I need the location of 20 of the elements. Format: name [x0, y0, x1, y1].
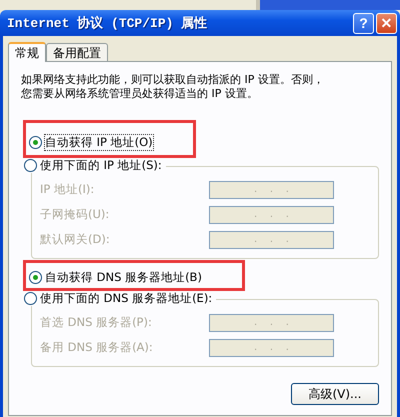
radio-icon[interactable]	[29, 271, 42, 284]
window-title: Internet 协议 (TCP/IP) 属性	[7, 14, 208, 32]
tab[interactable]: 备用配置	[46, 43, 108, 61]
tab[interactable]: 常规	[8, 42, 46, 62]
radio-option[interactable]: 使用下面的 IP 地址(S):	[24, 158, 166, 173]
field-label: IP 地址(I):	[40, 182, 94, 197]
field-label: 子网掩码(U):	[40, 207, 110, 222]
radio-icon[interactable]	[24, 292, 37, 305]
advanced-button[interactable]: 高级(V)...	[291, 383, 379, 405]
field-label: 首选 DNS 服务器(P):	[40, 315, 152, 330]
field-label: 备用 DNS 服务器(A):	[40, 340, 153, 355]
intro-text: 如果网络支持此功能，则可以获取自动指派的 IP 设置。否则，	[21, 73, 324, 87]
radio-option[interactable]: 自动获得 DNS 服务器地址(B)	[29, 270, 202, 285]
radio-option[interactable]: 自动获得 IP 地址(O)	[29, 135, 153, 150]
radio-icon[interactable]	[29, 136, 42, 149]
intro-text: 您需要从网络系统管理员处获得适当的 IP 设置。	[21, 87, 258, 101]
field-label: 默认网关(D):	[40, 232, 110, 247]
help-button[interactable]: ?	[353, 12, 374, 34]
radio-icon[interactable]	[24, 159, 37, 172]
radio-option[interactable]: 使用下面的 DNS 服务器地址(E):	[24, 291, 216, 306]
